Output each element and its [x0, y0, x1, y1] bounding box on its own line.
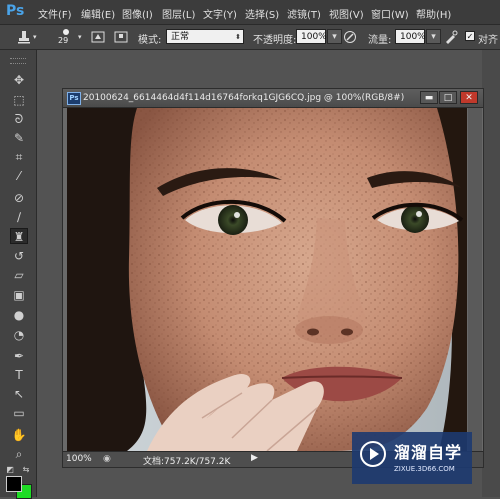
history-brush-tool-icon[interactable]: ↺	[10, 248, 28, 264]
foreground-color-swatch[interactable]	[6, 476, 22, 492]
healing-brush-tool-icon[interactable]: ⊘	[10, 190, 28, 206]
zoom-tool-icon[interactable]: ⌕	[10, 446, 28, 462]
gradient-tool-icon[interactable]: ▣	[10, 287, 28, 303]
opacity-input[interactable]: 100%	[296, 29, 327, 44]
clone-stamp-preset-icon[interactable]	[16, 29, 32, 45]
aligned-checkbox[interactable]: ✓	[465, 31, 475, 41]
menu-bar: Ps 文件(F) 编辑(E) 图像(I) 图层(L) 文字(Y) 选择(S) 滤…	[0, 0, 500, 25]
watermark-logo: 溜溜自学 ZIXUE.3D66.COM	[352, 432, 472, 484]
eyedropper-tool-icon[interactable]: ⁄	[10, 168, 28, 184]
options-bar: ▾ 29 ▾ 模式: 正常 ⬍ 不透明度: 100% ▾ 流量: 100% ▾ …	[0, 25, 500, 50]
tools-panel-grip[interactable]	[10, 58, 26, 64]
menu-filter[interactable]: 滤镜(T)	[287, 6, 321, 21]
opacity-label: 不透明度:	[253, 35, 297, 46]
quick-select-tool-icon[interactable]: ✎	[10, 130, 28, 146]
pen-tool-icon[interactable]: ✒	[10, 348, 28, 364]
menu-layer[interactable]: 图层(L)	[162, 6, 195, 21]
status-info-icon[interactable]: ◉	[103, 454, 111, 464]
maximize-button[interactable]: □	[439, 91, 457, 104]
marquee-tool-icon[interactable]: ⬚	[10, 92, 28, 108]
document-titlebar[interactable]: Ps 20100624_6614464d4f114d16764forkq1GJG…	[63, 89, 483, 108]
shape-tool-icon[interactable]: ▭	[10, 405, 28, 421]
menu-select[interactable]: 选择(S)	[245, 6, 279, 21]
aligned-label: 对齐	[478, 35, 498, 46]
move-tool-icon[interactable]: ✥	[10, 72, 28, 88]
flow-value: 100%	[400, 32, 426, 42]
mode-dropdown-icon: ⬍	[235, 33, 241, 41]
menu-file[interactable]: 文件(F)	[38, 6, 72, 21]
menu-view[interactable]: 视图(V)	[329, 6, 364, 21]
menu-help[interactable]: 帮助(H)	[416, 6, 451, 21]
brush-size-picker[interactable]: 29	[55, 28, 77, 46]
tools-panel: ✥ ⬚ ᘐ ✎ ⌗ ⁄ ⊘ ∕ ♜ ↺ ▱ ▣ ● ◔ ✒ T ↖ ▭ ✋ ⌕ …	[0, 50, 37, 497]
blur-tool-icon[interactable]: ●	[10, 307, 28, 323]
eraser-tool-icon[interactable]: ▱	[10, 267, 28, 283]
document-window: Ps 20100624_6614464d4f114d16764forkq1GJG…	[62, 88, 484, 468]
brush-tool-icon[interactable]: ∕	[10, 209, 28, 225]
minimize-button[interactable]: ▬	[420, 91, 438, 104]
mode-select[interactable]: 正常 ⬍	[166, 29, 244, 44]
vertical-scrollbar[interactable]	[468, 108, 482, 451]
crop-tool-icon[interactable]: ⌗	[10, 149, 28, 165]
document-title: 20100624_6614464d4f114d16764forkq1GJG6CQ…	[83, 93, 405, 103]
flow-input[interactable]: 100%	[395, 29, 426, 44]
lasso-tool-icon[interactable]: ᘐ	[10, 111, 28, 127]
close-button[interactable]: ✕	[460, 91, 478, 104]
path-select-tool-icon[interactable]: ↖	[10, 386, 28, 402]
portrait-photo	[67, 108, 467, 451]
opacity-dropdown-button[interactable]: ▾	[327, 29, 342, 44]
menu-window[interactable]: 窗口(W)	[371, 6, 409, 21]
document-ps-icon: Ps	[67, 92, 81, 105]
image-canvas[interactable]	[67, 108, 467, 451]
pressure-opacity-icon[interactable]	[342, 29, 358, 45]
mode-value: 正常	[171, 32, 190, 42]
opacity-value: 100%	[301, 32, 327, 42]
mode-label: 模式:	[138, 35, 162, 46]
hand-tool-icon[interactable]: ✋	[10, 427, 28, 443]
clone-source-panel-icon[interactable]	[113, 29, 129, 45]
document-size-info: 文档:757.2K/757.2K	[143, 457, 231, 467]
brush-dropdown-arrow[interactable]: ▾	[78, 33, 82, 41]
status-menu-arrow-icon[interactable]: ▶	[251, 453, 258, 463]
brush-size-value: 29	[58, 36, 69, 45]
menu-type[interactable]: 文字(Y)	[203, 6, 237, 21]
menu-image[interactable]: 图像(I)	[122, 6, 153, 21]
dodge-tool-icon[interactable]: ◔	[10, 327, 28, 343]
flow-label: 流量:	[368, 35, 392, 46]
airbrush-icon[interactable]	[443, 29, 459, 45]
menu-edit[interactable]: 编辑(E)	[81, 6, 115, 21]
clone-stamp-tool-icon[interactable]: ♜	[10, 228, 28, 244]
watermark-url: ZIXUE.3D66.COM	[394, 465, 455, 473]
zoom-level[interactable]: 100%	[66, 454, 92, 464]
toggle-brush-panel-icon[interactable]	[90, 29, 106, 45]
brush-tip-icon	[63, 29, 69, 35]
right-panel-edge	[482, 50, 500, 497]
photoshop-logo: Ps	[6, 3, 25, 19]
watermark-title: 溜溜自学	[394, 443, 463, 462]
play-icon	[360, 441, 386, 467]
preset-dropdown-arrow[interactable]: ▾	[33, 33, 37, 41]
type-tool-icon[interactable]: T	[10, 367, 28, 383]
flow-dropdown-button[interactable]: ▾	[426, 29, 441, 44]
